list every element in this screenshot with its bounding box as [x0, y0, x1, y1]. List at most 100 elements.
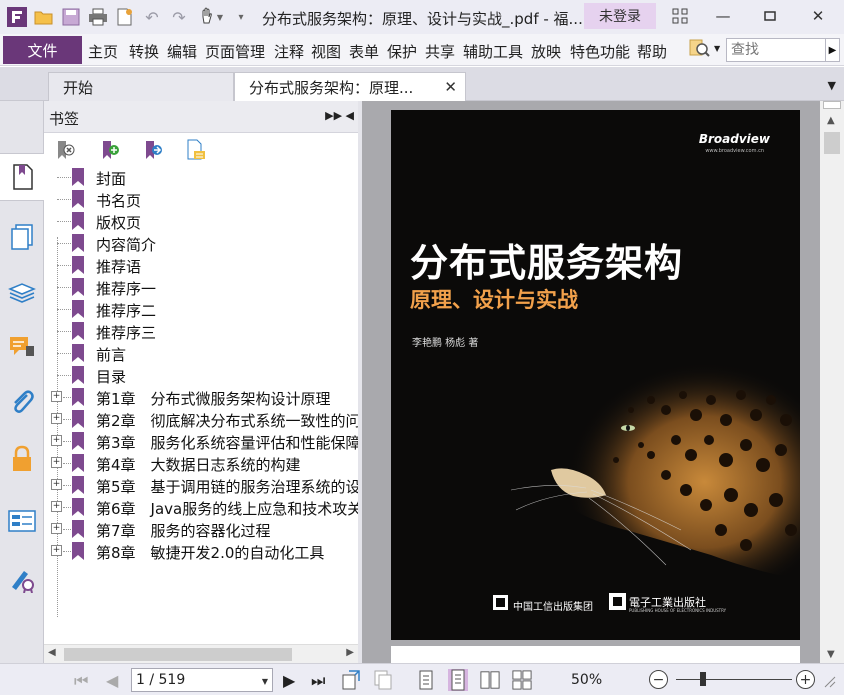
bookmark-item[interactable]: 推荐序二	[44, 298, 358, 320]
bookmark-item[interactable]: + 第2章 彻底解决分布式系统一致性的问	[44, 408, 358, 430]
minimize-button[interactable]: —	[708, 4, 738, 28]
bookmark-item[interactable]: + 第8章 敏捷开发2.0的自动化工具	[44, 540, 358, 562]
hand-tool-icon[interactable]: ▼	[195, 6, 225, 28]
page-thumbnails-nav-icon[interactable]	[0, 213, 44, 261]
comments-nav-icon[interactable]	[0, 323, 44, 371]
undo-icon[interactable]: ↶	[141, 6, 163, 28]
scroll-left-icon[interactable]: ◀	[48, 647, 56, 658]
open-folder-icon[interactable]	[33, 6, 55, 28]
continuous-facing-view-icon[interactable]	[512, 669, 532, 691]
bookmark-item[interactable]: + 第6章 Java服务的线上应急和技术攻关	[44, 496, 358, 518]
add-bookmark-icon[interactable]	[99, 139, 121, 161]
form-fields-nav-icon[interactable]	[0, 497, 44, 545]
menu-help[interactable]: 帮助	[637, 41, 667, 62]
layers-nav-icon[interactable]	[0, 269, 44, 317]
bookmark-item[interactable]: 内容简介	[44, 232, 358, 254]
previous-page-icon[interactable]: ◀	[106, 671, 118, 690]
zoom-slider-handle[interactable]	[700, 672, 706, 686]
tab-document[interactable]: 分布式服务架构：原理... ✕	[234, 72, 466, 101]
menu-features[interactable]: 特色功能	[570, 41, 630, 62]
scrollbar-thumb[interactable]	[824, 132, 840, 154]
expand-toggle-icon[interactable]: +	[51, 479, 62, 490]
menu-view[interactable]: 视图	[311, 41, 341, 62]
resize-grip-icon[interactable]	[822, 674, 836, 688]
document-vertical-scrollbar[interactable]: ▲ ▼	[820, 101, 844, 663]
expand-toggle-icon[interactable]: +	[51, 457, 62, 468]
tab-start[interactable]: 开始	[48, 72, 234, 101]
bookmark-item[interactable]: 目录	[44, 364, 358, 386]
menu-page-management[interactable]: 页面管理	[205, 41, 265, 62]
expand-toggle-icon[interactable]: +	[51, 545, 62, 556]
search-dropdown-icon[interactable]: ▼	[714, 44, 720, 53]
expand-toggle-icon[interactable]: +	[51, 391, 62, 402]
bookmarks-nav-icon[interactable]	[0, 153, 45, 201]
search-input[interactable]	[726, 38, 826, 62]
login-button[interactable]: 未登录	[584, 3, 656, 29]
split-view-handle[interactable]	[823, 101, 841, 109]
maximize-button[interactable]	[755, 4, 785, 28]
close-window-button[interactable]: ✕	[803, 4, 833, 28]
search-go-button[interactable]: ▶	[826, 38, 840, 62]
move-bookmark-icon[interactable]	[142, 139, 164, 161]
bookmark-item[interactable]: + 第3章 服务化系统容量评估和性能保障	[44, 430, 358, 452]
file-menu-button[interactable]: 文件	[3, 36, 82, 64]
bookmark-item[interactable]: + 第4章 大数据日志系统的构建	[44, 452, 358, 474]
menu-annotate[interactable]: 注释	[274, 41, 304, 62]
bookmark-item[interactable]: + 第5章 基于调用链的服务治理系统的设	[44, 474, 358, 496]
scrollbar-thumb[interactable]	[64, 648, 292, 661]
menu-protect[interactable]: 保护	[387, 41, 417, 62]
bookmarks-horizontal-scrollbar[interactable]: ◀ ▶	[44, 644, 358, 663]
customize-toolbar-icon[interactable]: ▾	[230, 6, 252, 28]
delete-bookmark-icon[interactable]	[54, 139, 76, 161]
menu-slideshow[interactable]: 放映	[531, 41, 561, 62]
page-dropdown-icon[interactable]: ▼	[262, 677, 268, 686]
expand-toggle-icon[interactable]: +	[51, 501, 62, 512]
single-page-view-icon[interactable]	[416, 669, 436, 691]
bookmark-item[interactable]: 版权页	[44, 210, 358, 232]
save-icon[interactable]	[60, 6, 82, 28]
search-options[interactable]: ▼	[688, 37, 720, 59]
zoom-out-button[interactable]: −	[649, 670, 668, 689]
redo-icon[interactable]: ↷	[168, 6, 190, 28]
zoom-in-button[interactable]: +	[796, 670, 815, 689]
menu-edit[interactable]: 编辑	[167, 41, 197, 62]
restore-layout-icon[interactable]	[665, 4, 695, 28]
bookmark-item[interactable]: 书名页	[44, 188, 358, 210]
scroll-down-icon[interactable]: ▼	[827, 649, 835, 660]
menu-accessibility[interactable]: 辅助工具	[463, 41, 523, 62]
tab-list-dropdown-icon[interactable]: ▼	[828, 79, 836, 92]
menu-form[interactable]: 表单	[349, 41, 379, 62]
bookmark-item[interactable]: 推荐序三	[44, 320, 358, 342]
bookmark-item[interactable]: 前言	[44, 342, 358, 364]
app-logo-icon[interactable]	[6, 6, 28, 28]
expand-toggle-icon[interactable]: +	[51, 523, 62, 534]
last-page-icon[interactable]: ⏭	[311, 671, 325, 691]
previous-view-icon[interactable]	[341, 669, 361, 691]
bookmark-item[interactable]: 推荐语	[44, 254, 358, 276]
facing-view-icon[interactable]	[480, 669, 500, 691]
menu-convert[interactable]: 转换	[129, 41, 159, 62]
scroll-up-icon[interactable]: ▲	[827, 115, 835, 126]
next-page-icon[interactable]: ▶	[283, 671, 295, 690]
print-icon[interactable]	[87, 6, 109, 28]
bookmark-item[interactable]: 推荐序一	[44, 276, 358, 298]
bookmark-options-icon[interactable]	[185, 139, 207, 161]
document-view[interactable]: Broadview www.broadview.com.cn 分布式服务架构 原…	[362, 101, 820, 663]
next-view-icon[interactable]	[373, 669, 393, 691]
security-lock-nav-icon[interactable]	[0, 435, 44, 483]
expand-toggle-icon[interactable]: +	[51, 413, 62, 424]
signature-nav-icon[interactable]	[0, 555, 44, 603]
menu-home[interactable]: 主页	[88, 41, 118, 62]
menu-share[interactable]: 共享	[425, 41, 455, 62]
bookmark-item[interactable]: + 第1章 分布式微服务架构设计原理	[44, 386, 358, 408]
bookmark-item[interactable]: + 第7章 服务的容器化过程	[44, 518, 358, 540]
first-page-icon[interactable]: ⏮	[74, 671, 88, 691]
expand-toggle-icon[interactable]: +	[51, 435, 62, 446]
attachments-nav-icon[interactable]	[0, 379, 44, 427]
new-doc-icon[interactable]	[114, 6, 136, 28]
close-tab-icon[interactable]: ✕	[444, 78, 457, 96]
continuous-view-icon[interactable]	[448, 669, 468, 691]
zoom-slider-track[interactable]	[676, 679, 792, 680]
panel-collapse-icon[interactable]: ▶▶ ◀	[325, 109, 354, 122]
bookmark-item[interactable]: 封面	[44, 166, 358, 188]
